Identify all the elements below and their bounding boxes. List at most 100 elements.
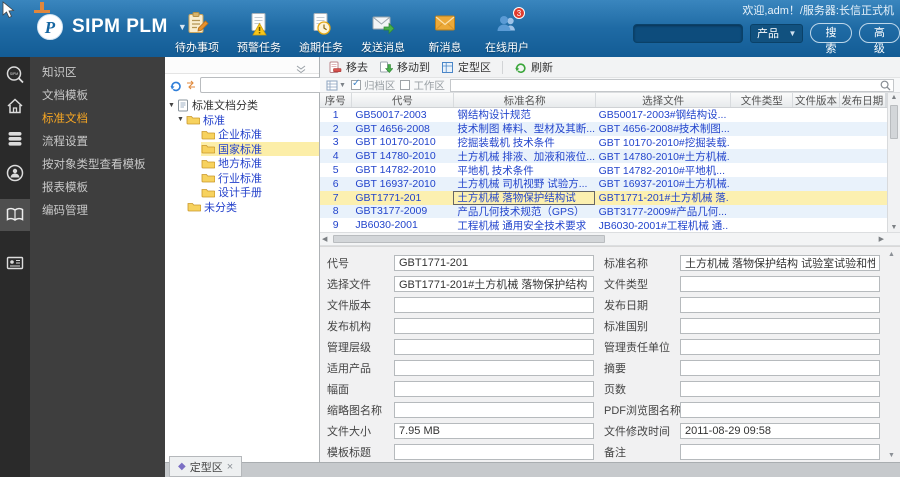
file-type-field[interactable] [680,275,880,292]
sidebar-item-report-templates[interactable]: 报表模板 [30,177,165,200]
app-logo[interactable]: P SIPM PLM ▼ [36,13,187,41]
table-row-selected[interactable]: 7 GBT1771-201 土方机械 落物保护结构试 GBT1771-201#土… [320,190,887,205]
cell-name[interactable]: 土方机械 排液、加液和液位... [453,149,594,163]
cell-name[interactable]: 钢结构设计规范 [453,108,594,122]
column-header[interactable]: 发布日期 [840,93,886,107]
cell-code[interactable]: GBT 10170-2010 [351,136,453,150]
tree-node-uncategorized[interactable]: 未分类 [165,200,319,215]
table-row[interactable]: 5 GBT 14782-2010 平地机 技术条件 GBT 14782-2010… [320,163,887,177]
file-modified-time-field[interactable] [680,422,880,439]
standard-name-field[interactable] [680,254,880,271]
column-header[interactable]: 序号 [320,93,352,107]
finalize-area-tab[interactable]: ◆ 定型区 × [169,456,243,477]
advanced-search-button[interactable]: 高级 [858,23,900,55]
summary-field[interactable] [680,359,880,376]
cell-file[interactable]: GBT 4656-2008#技术制图... [595,122,729,136]
table-row[interactable]: 1 GB50017-2003 钢结构设计规范 GB50017-2003#钢结构设… [320,108,887,122]
close-icon[interactable]: × [227,461,233,473]
global-search-input[interactable] [633,23,743,43]
cell-code[interactable]: GBT 14780-2010 [351,149,453,163]
pdf-preview-name-field[interactable] [680,401,880,418]
tree-expand-icon[interactable]: ▼ [168,102,177,109]
cell-name[interactable]: 产品几何技术规范（GPS） [453,205,594,219]
refresh-button[interactable]: 刷新 [514,59,553,75]
rail-library[interactable] [0,199,30,231]
collapse-panel-icon[interactable] [296,61,306,79]
tree-node-standard[interactable]: ▼ 标准 [165,113,319,128]
scroll-down-icon[interactable]: ▼ [886,452,897,459]
tree-node-design-manual[interactable]: 设计手册 [165,185,319,200]
rail-id-card[interactable] [0,247,30,279]
scrollbar-thumb[interactable] [333,235,605,243]
tree-link-icon[interactable] [185,79,197,91]
nav-warning-tasks[interactable]: 预警任务 [228,11,290,55]
tree-expand-icon[interactable]: ▼ [177,116,186,123]
search-category-select[interactable]: 产品 ▼ [750,23,804,43]
table-row[interactable]: 3 GBT 10170-2010 挖掘装载机 技术条件 GBT 10170-20… [320,136,887,150]
cell-code[interactable]: GBT 14782-2010 [351,163,453,177]
tree-node-national-standard[interactable]: 国家标准 [165,141,319,156]
responsible-unit-field[interactable] [680,338,880,355]
cell-file[interactable]: GBT 14782-2010#平地机... [595,163,729,177]
nav-new-message[interactable]: 新消息 [414,11,476,55]
work-area-checkbox[interactable]: 工作区 [400,78,445,93]
nav-send-message[interactable]: 发送消息 [352,11,414,55]
cell-file[interactable]: GBT 16937-2010#土方机械... [595,177,729,191]
rail-database[interactable] [0,123,30,155]
form-vertical-scrollbar[interactable]: ▲ ▼ [886,251,897,459]
table-row[interactable]: 2 GBT 4656-2008 技术制图 棒料、型材及其断... GBT 465… [320,121,887,136]
file-version-field[interactable] [394,296,594,313]
scroll-down-icon[interactable]: ▼ [888,224,900,231]
remarks-field[interactable] [680,443,880,460]
nav-online-users[interactable]: 3 在线用户 [476,7,538,55]
tree-node-enterprise-standard[interactable]: 企业标准 [165,127,319,142]
template-title-field[interactable] [394,443,594,460]
sidebar-item-code-management[interactable]: 编码管理 [30,200,165,223]
table-row[interactable]: 6 GBT 16937-2010 土方机械 司机视野 试验方... GBT 16… [320,176,887,191]
view-mode-button[interactable]: ▼ [326,80,346,91]
cell-code[interactable]: GBT 16937-2010 [351,177,453,191]
tree-search-input[interactable] [201,79,339,91]
cell-name[interactable]: 挖掘装载机 技术条件 [453,136,594,150]
table-vertical-scrollbar[interactable]: ▲ ▼ [887,93,900,232]
column-header[interactable]: 选择文件 [596,93,732,107]
cell-file[interactable]: GBT3177-2009#产品几何... [595,205,729,219]
table-row[interactable]: 9 JB6030-2001 工程机械 通用安全技术要求 JB6030-2001#… [320,218,887,232]
cell-code[interactable]: GBT 4656-2008 [351,122,453,136]
rail-support[interactable] [0,157,30,189]
tree-node-local-standard[interactable]: 地方标准 [165,156,319,171]
search-button[interactable]: 搜索 [810,23,852,55]
column-header[interactable]: 标准名称 [454,93,597,107]
cell-file[interactable]: GB50017-2003#钢结构设... [595,108,729,122]
scroll-left-icon[interactable]: ◀ [322,235,327,243]
cell-code[interactable]: GBT1771-201 [351,191,453,205]
table-row[interactable]: 8 GBT3177-2009 产品几何技术规范（GPS） GBT3177-200… [320,204,887,219]
scrollbar-thumb[interactable] [890,105,898,139]
tree-refresh-icon[interactable] [169,79,182,92]
table-filter-input[interactable] [450,79,880,91]
column-header[interactable]: 文件版本 [793,93,840,107]
issuing-org-field[interactable] [394,317,594,334]
management-level-field[interactable] [394,338,594,355]
thumbnail-name-field[interactable] [394,401,594,418]
nav-todo[interactable]: 待办事项 [166,11,228,55]
standard-country-field[interactable] [680,317,880,334]
sidebar-item-view-templates-by-type[interactable]: 按对象类型查看模板 [30,154,165,177]
sidebar-item-process-settings[interactable]: 流程设置 [30,131,165,154]
sidebar-item-knowledge[interactable]: 知识区 [30,62,165,85]
sheet-size-field[interactable] [394,380,594,397]
cell-name[interactable]: 土方机械 落物保护结构试 [453,191,594,205]
tree-node-industry-standard[interactable]: 行业标准 [165,171,319,186]
rail-home[interactable] [0,90,30,122]
column-header[interactable]: 文件类型 [731,93,794,107]
sidebar-item-doc-templates[interactable]: 文档模板 [30,85,165,108]
rail-sipm-search[interactable]: SIPM [0,59,30,91]
finalize-area-button[interactable]: 定型区 [441,59,491,75]
remove-button[interactable]: 移去 [328,59,368,75]
scroll-up-icon[interactable]: ▲ [886,251,897,258]
cell-file[interactable]: JB6030-2001#工程机械 通... [595,218,729,232]
cell-file[interactable]: GBT 10170-2010#挖掘装载... [595,136,729,150]
cell-name[interactable]: 土方机械 司机视野 试验方... [453,177,594,191]
cell-file[interactable]: GBT 14780-2010#土方机械... [595,149,729,163]
file-size-field[interactable] [394,422,594,439]
